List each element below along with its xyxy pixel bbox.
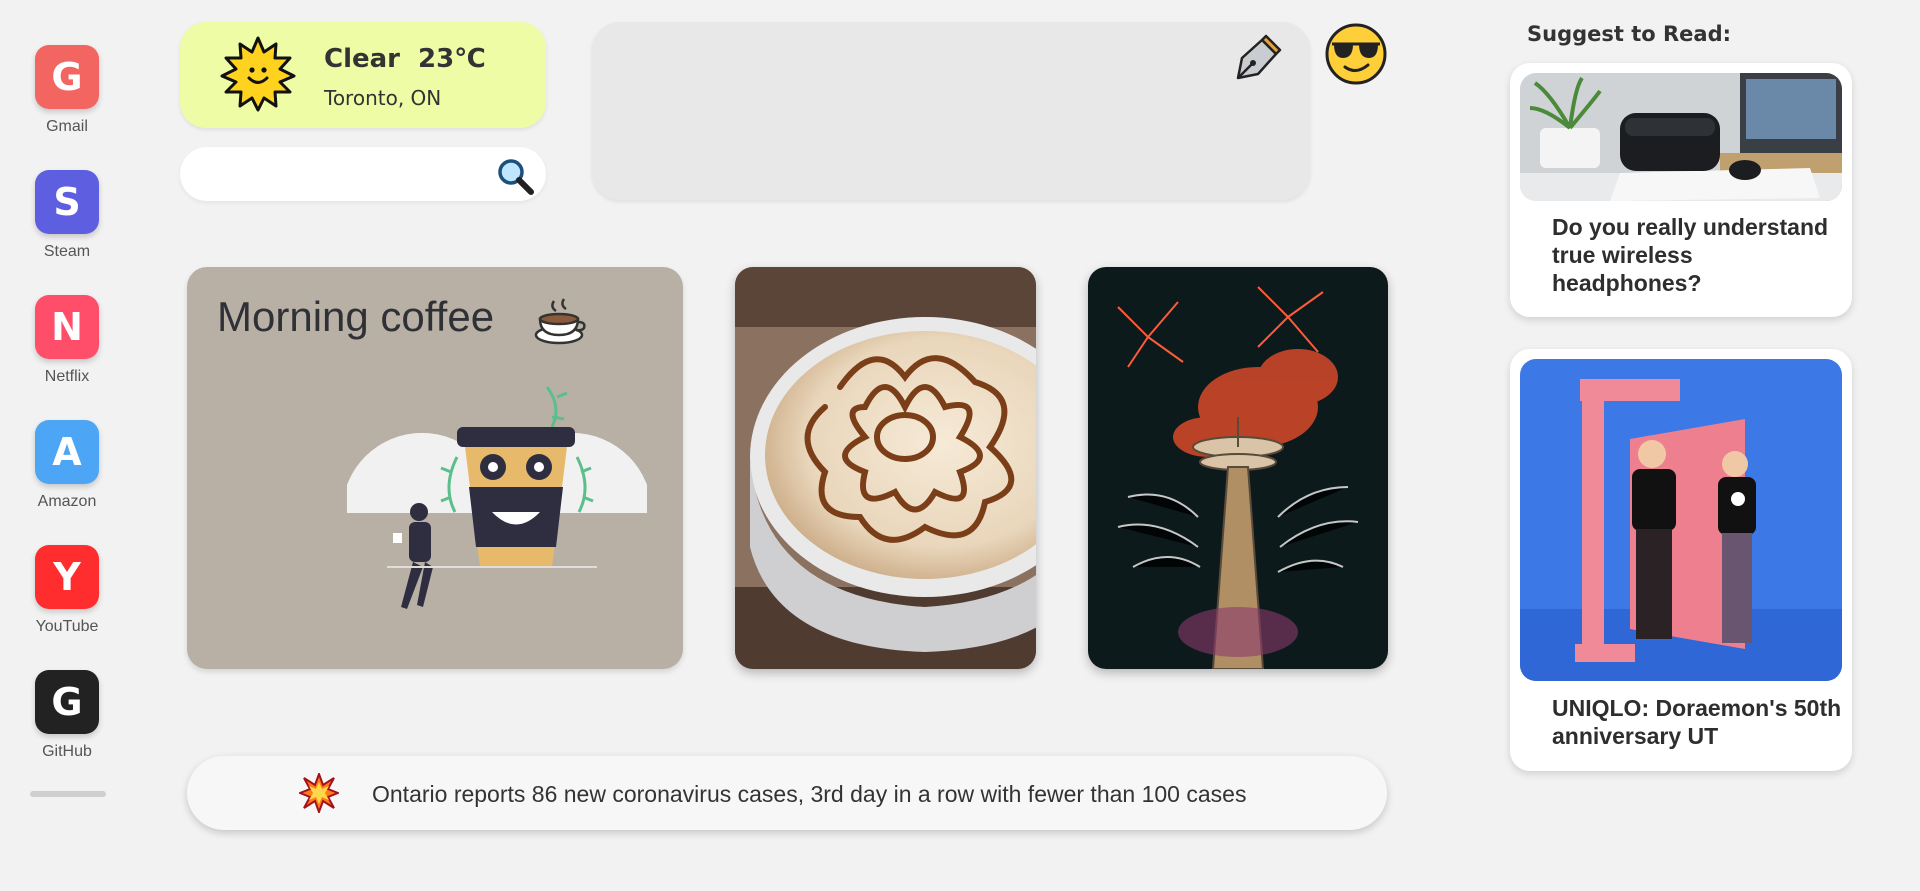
coffee-illustration [347, 386, 647, 609]
suggest-article-headphones[interactable]: Do you really understand true wireless h… [1510, 63, 1852, 317]
dock-item-steam[interactable]: S Steam [28, 170, 106, 261]
dock-label-amazon: Amazon [37, 493, 97, 510]
dock-label-netflix: Netflix [44, 368, 90, 385]
suggest-article-title[interactable]: Do you really understand true wireless h… [1552, 213, 1842, 297]
headphones-image [1520, 73, 1842, 201]
sunglasses-emoji-icon[interactable] [1324, 22, 1388, 86]
youtube-icon[interactable]: Y [35, 545, 99, 609]
morning-coffee-card[interactable]: Morning coffee [187, 267, 683, 669]
latte-art-photo[interactable] [735, 267, 1036, 669]
fireworks-image [1088, 267, 1388, 669]
coffee-cup-icon [534, 298, 586, 345]
netflix-icon[interactable]: N [35, 295, 99, 359]
fireworks-space-needle-photo[interactable] [1088, 267, 1388, 669]
weather-widget[interactable]: Clear 23℃ Toronto, ON [180, 22, 546, 128]
weather-temperature: 23℃ [418, 44, 486, 74]
dock-item-amazon[interactable]: A Amazon [28, 420, 106, 511]
weather-location: Toronto, ON [324, 86, 442, 110]
dock-label-youtube: YouTube [35, 618, 99, 635]
dock-item-github[interactable]: G GitHub [28, 670, 106, 761]
steam-icon[interactable]: S [35, 170, 99, 234]
dock-label-gmail: Gmail [46, 118, 88, 135]
morning-coffee-title: Morning coffee [217, 293, 495, 340]
suggest-article-uniqlo[interactable]: UNIQLO: Doraemon's 50th anniversary UT [1510, 349, 1852, 771]
notepad-area[interactable] [592, 22, 1310, 200]
suggest-heading: Suggest to Read: [1527, 22, 1732, 46]
dock-item-gmail[interactable]: G Gmail [28, 45, 106, 136]
search-bar [180, 147, 546, 201]
github-icon[interactable]: G [35, 670, 99, 734]
search-input[interactable] [202, 157, 476, 193]
dock-label-steam: Steam [43, 243, 91, 260]
dock-item-netflix[interactable]: N Netflix [28, 295, 106, 386]
suggest-article-title[interactable]: UNIQLO: Doraemon's 50th anniversary UT [1552, 694, 1842, 750]
latte-art-image [735, 267, 1036, 669]
pen-icon[interactable] [1232, 32, 1284, 84]
amazon-icon[interactable]: A [35, 420, 99, 484]
magnifier-icon[interactable] [496, 157, 534, 195]
uniqlo-image [1520, 359, 1842, 681]
news-ticker[interactable]: Ontario reports 86 new coronavirus cases… [187, 756, 1387, 830]
gmail-icon[interactable]: G [35, 45, 99, 109]
dock-scrollbar[interactable] [30, 791, 106, 797]
news-headline[interactable]: Ontario reports 86 new coronavirus cases… [372, 781, 1246, 808]
sun-icon [220, 36, 296, 112]
explosion-icon [299, 773, 339, 813]
weather-condition: Clear [324, 44, 400, 74]
dock-item-youtube[interactable]: Y YouTube [28, 545, 106, 636]
dock-label-github: GitHub [42, 743, 92, 760]
